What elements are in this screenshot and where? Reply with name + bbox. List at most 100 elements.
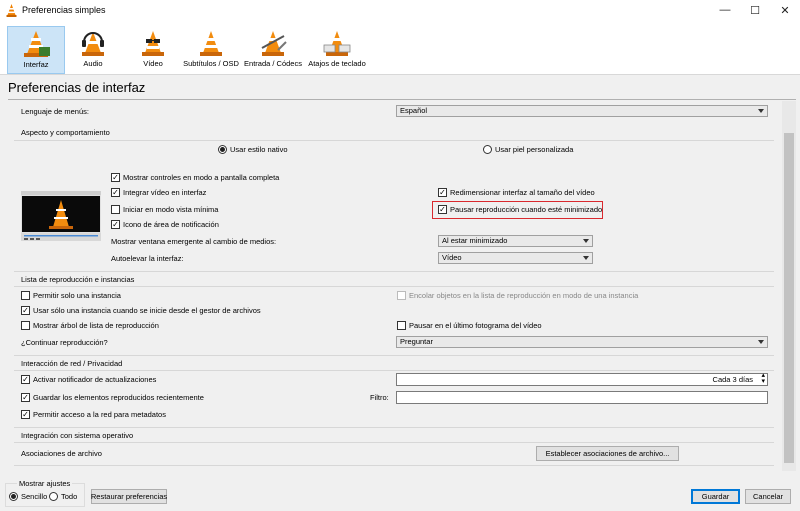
update-notifier-label: Activar notificador de actualizaciones xyxy=(33,375,157,384)
tab-label: Interfaz xyxy=(23,60,49,69)
playlist-tree-label: Mostrar árbol de lista de reproducción xyxy=(33,321,159,330)
group-divider xyxy=(14,286,774,287)
interface-preview-image xyxy=(21,191,101,241)
metadata-network-label: Permitir acceso a la red para metadatos xyxy=(33,410,166,419)
minimal-mode-checkbox[interactable] xyxy=(111,205,120,214)
file-associations-label: Asociaciones de archivo xyxy=(21,449,102,458)
chevron-down-icon xyxy=(758,340,764,344)
title-divider xyxy=(8,99,796,100)
cone-input-icon xyxy=(261,31,287,56)
native-style-radio[interactable] xyxy=(218,145,227,154)
continue-playback-select[interactable]: Preguntar xyxy=(396,336,768,348)
minimal-mode-label: Iniciar en modo vista mínima xyxy=(123,205,219,214)
recent-items-checkbox[interactable]: ✓ xyxy=(21,393,30,402)
simple-settings-label: Sencillo xyxy=(21,492,48,501)
group-divider xyxy=(14,355,774,356)
group-title-playlist: Lista de reproducción e instancias xyxy=(21,275,135,284)
tab-label: Vídeo xyxy=(143,59,163,68)
metadata-network-checkbox[interactable]: ✓ xyxy=(21,410,30,419)
embed-video-checkbox[interactable]: ✓ xyxy=(111,188,120,197)
file-manager-instance-checkbox[interactable]: ✓ xyxy=(21,306,30,315)
simple-settings-radio[interactable] xyxy=(9,492,18,501)
cone-glasses-icon xyxy=(142,31,164,56)
filter-label: Filtro: xyxy=(370,393,389,402)
menu-language-select[interactable]: Español xyxy=(396,105,768,117)
recent-items-label: Guardar los elementos reproducidos recie… xyxy=(33,393,204,402)
group-title-look: Aspecto y comportamiento xyxy=(21,128,110,137)
menu-language-value: Español xyxy=(400,106,428,115)
fullscreen-controls-label: Mostrar controles en modo a pantalla com… xyxy=(123,173,280,182)
group-divider xyxy=(14,370,774,371)
scrollbar-thumb[interactable] xyxy=(784,133,794,463)
update-interval-value: Cada 3 días xyxy=(712,375,753,384)
resize-interface-label: Redimensionar interfaz al tamaño del víd… xyxy=(450,188,595,197)
tab-label: Entrada / Códecs xyxy=(244,59,302,68)
group-divider xyxy=(14,442,774,443)
file-associations-button[interactable]: Establecer asociaciones de archivo... xyxy=(536,446,679,461)
one-instance-checkbox[interactable] xyxy=(21,291,30,300)
tab-entrada-codecs[interactable]: Entrada / Códecs xyxy=(243,26,303,74)
tab-subtitulos-osd[interactable]: Subtítulos / OSD xyxy=(182,26,240,74)
show-settings-title: Mostrar ajustes xyxy=(17,479,73,488)
resize-interface-checkbox[interactable]: ✓ xyxy=(438,188,447,197)
tab-audio[interactable]: Audio xyxy=(70,26,116,74)
tab-label: Audio xyxy=(83,59,103,68)
spin-arrows-icon[interactable]: ▴ ▾ xyxy=(761,372,765,385)
popup-select[interactable]: Al estar minimizado xyxy=(438,235,593,247)
group-divider xyxy=(14,140,774,141)
group-divider xyxy=(14,465,774,466)
all-settings-radio[interactable] xyxy=(49,492,58,501)
tab-label: Atajos de teclado xyxy=(308,59,366,68)
pause-last-frame-checkbox[interactable] xyxy=(397,321,406,330)
continue-playback-value: Preguntar xyxy=(400,337,433,346)
pause-minimized-checkbox[interactable]: ✓ xyxy=(438,205,447,214)
reset-preferences-button[interactable]: Restaurar preferencias xyxy=(91,489,167,504)
custom-skin-radio[interactable] xyxy=(483,145,492,154)
fullscreen-controls-checkbox[interactable]: ✓ xyxy=(111,173,120,182)
save-button[interactable]: Guardar xyxy=(691,489,740,504)
cone-subtitles-icon xyxy=(200,31,222,56)
systray-icon-checkbox[interactable]: ✓ xyxy=(111,220,120,229)
tab-video[interactable]: Vídeo xyxy=(130,26,176,74)
native-style-label: Usar estilo nativo xyxy=(230,145,288,154)
maximize-button[interactable]: ☐ xyxy=(740,0,770,20)
enqueue-label: Encolar objetos en la lista de reproducc… xyxy=(409,291,639,300)
minimize-button[interactable]: — xyxy=(710,0,740,20)
popup-label: Mostrar ventana emergente al cambio de m… xyxy=(111,237,277,246)
raise-interface-label: Autoelevar la interfaz: xyxy=(111,254,184,263)
tab-label: Subtítulos / OSD xyxy=(183,59,239,68)
menu-language-label: Lenguaje de menús: xyxy=(21,107,89,116)
tab-atajos-teclado[interactable]: Atajos de teclado xyxy=(307,26,367,74)
custom-skin-label: Usar piel personalizada xyxy=(495,145,574,154)
chevron-down-icon xyxy=(583,256,589,260)
group-divider xyxy=(14,271,774,272)
filter-input[interactable] xyxy=(396,391,768,404)
page-title: Preferencias de interfaz xyxy=(8,80,146,95)
file-manager-instance-label: Usar sólo una instancia cuando se inicie… xyxy=(33,306,261,315)
raise-interface-select[interactable]: Vídeo xyxy=(438,252,593,264)
window-title: Preferencias simples xyxy=(22,5,106,15)
cone-headphones-icon xyxy=(82,32,104,56)
systray-icon-label: Icono de área de notificación xyxy=(123,220,219,229)
tab-interfaz[interactable]: Interfaz xyxy=(7,26,65,74)
pause-minimized-label: Pausar reproducción cuando esté minimiza… xyxy=(450,205,603,214)
cone-interface-icon xyxy=(24,31,50,57)
enqueue-checkbox[interactable] xyxy=(397,291,406,300)
group-title-os: Integración con sistema operativo xyxy=(21,431,134,440)
all-settings-label: Todo xyxy=(61,492,78,501)
pause-last-frame-label: Pausar en el último fotograma del vídeo xyxy=(409,321,542,330)
title-bar: Preferencias simples — ☐ ✕ xyxy=(0,0,800,22)
chevron-down-icon xyxy=(583,239,589,243)
toolbar-divider xyxy=(0,74,800,75)
close-button[interactable]: ✕ xyxy=(770,0,800,20)
group-title-network: Interacción de red / Privacidad xyxy=(21,359,123,368)
one-instance-label: Permitir solo una instancia xyxy=(33,291,121,300)
update-notifier-checkbox[interactable]: ✓ xyxy=(21,375,30,384)
update-interval-spinbox[interactable]: Cada 3 días ▴ ▾ xyxy=(396,372,768,386)
cancel-button[interactable]: Cancelar xyxy=(745,489,791,504)
embed-video-label: Integrar vídeo en interfaz xyxy=(123,188,207,197)
category-toolbar: Interfaz Audio Vídeo Subtítulos / OSD En… xyxy=(0,22,800,74)
cone-hotkeys-icon xyxy=(323,31,351,56)
raise-interface-value: Vídeo xyxy=(442,253,462,262)
playlist-tree-checkbox[interactable] xyxy=(21,321,30,330)
